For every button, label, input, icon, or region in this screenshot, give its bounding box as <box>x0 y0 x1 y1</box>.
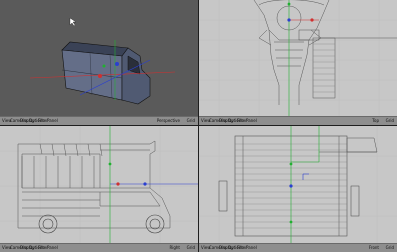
viewport-name: Right <box>169 245 180 250</box>
transform-handle-z[interactable] <box>289 184 293 188</box>
transform-handle-y[interactable] <box>102 64 106 68</box>
viewport-name: Perspective <box>156 118 180 123</box>
cinema4d-four-view-layout: View Cameras Display Options Filter Pane… <box>0 0 397 252</box>
viewport-toolbar: View Cameras Display Options Filter Pane… <box>0 116 198 125</box>
viewport-divider-horizontal[interactable] <box>0 125 397 126</box>
grid-spacing-label: Grid <box>186 245 195 250</box>
right-viewport[interactable]: View Cameras Display Options Filter Pane… <box>0 126 198 252</box>
viewport-toolbar: View Cameras Display Options Filter Pane… <box>0 243 198 252</box>
model-wireframe <box>253 0 330 105</box>
transform-handle-z[interactable] <box>143 182 147 186</box>
wheel <box>145 214 165 234</box>
awning-outline <box>346 137 378 153</box>
grid-spacing-label: Grid <box>186 118 195 123</box>
menu-panel[interactable]: Panel <box>47 244 58 252</box>
menu-panel[interactable]: Panel <box>246 117 257 125</box>
transform-handle-x[interactable] <box>116 182 120 186</box>
grid <box>199 126 397 244</box>
viewport-toolbar: View Cameras Display Options Filter Pane… <box>199 243 397 252</box>
front-viewport[interactable]: View Cameras Display Options Filter Pane… <box>199 126 397 252</box>
perspective-canvas[interactable] <box>0 0 198 117</box>
viewport-divider-vertical[interactable] <box>198 0 199 252</box>
transform-handle-y-lower[interactable] <box>289 220 293 224</box>
perspective-viewport[interactable]: View Cameras Display Options Filter Pane… <box>0 0 198 125</box>
transform-handle-y[interactable] <box>289 162 293 166</box>
transform-handle-x[interactable] <box>98 74 102 78</box>
viewport-toolbar: View Cameras Display Options Filter Pane… <box>199 116 397 125</box>
transform-handle-z[interactable] <box>115 62 119 66</box>
grid-spacing-label: Grid <box>385 245 394 250</box>
van-front <box>121 47 151 105</box>
menu-panel[interactable]: Panel <box>47 117 58 125</box>
front-canvas[interactable] <box>199 126 397 244</box>
grid <box>0 126 198 244</box>
wheel-side <box>350 185 360 217</box>
wheel-side <box>218 180 228 212</box>
grid <box>199 0 397 117</box>
viewport-name: Top <box>372 118 379 123</box>
right-canvas[interactable] <box>0 126 198 244</box>
mouse-cursor-icon <box>69 17 77 27</box>
top-canvas[interactable] <box>199 0 397 117</box>
wheel <box>38 214 58 234</box>
viewport-name: Front <box>368 245 379 250</box>
transform-handle-y[interactable] <box>287 2 291 6</box>
side-panel-slats <box>313 43 335 93</box>
transform-handle-z[interactable] <box>287 18 291 22</box>
menu-panel[interactable]: Panel <box>246 244 257 252</box>
transform-handle-y[interactable] <box>108 162 112 166</box>
van-side-wireframe <box>17 140 171 229</box>
top-viewport[interactable]: View Cameras Display Options Filter Pane… <box>199 0 397 125</box>
grid-spacing-label: Grid <box>385 118 394 123</box>
transform-handle-x[interactable] <box>310 18 314 22</box>
